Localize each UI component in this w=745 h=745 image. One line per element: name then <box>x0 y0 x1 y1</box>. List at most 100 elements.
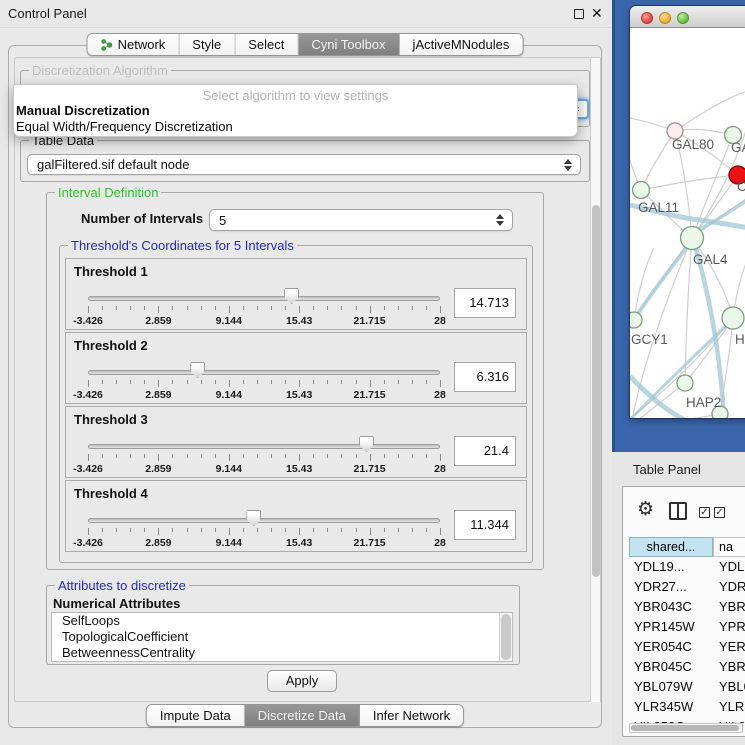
dropdown-option[interactable]: Manual Discretization <box>14 103 577 119</box>
network-edge[interactable] <box>675 90 745 131</box>
slider-thumb-icon[interactable] <box>190 362 205 378</box>
table-row[interactable]: YLR345WYLR3 <box>629 697 745 717</box>
threshold-slider[interactable]: -3.4262.8599.14415.4321.71528 <box>88 333 440 405</box>
table-column-header[interactable]: shared... <box>629 537 713 557</box>
threshold-value-field[interactable]: 21.4 <box>454 436 516 466</box>
attribute-list-item[interactable]: BetweennessCentrality <box>52 645 512 661</box>
window-close-icon[interactable] <box>641 12 653 24</box>
tick-mark <box>187 454 188 458</box>
threshold-slider[interactable]: -3.4262.8599.14415.4321.71528 <box>88 259 440 331</box>
table-horizontal-scrollbar[interactable] <box>629 723 743 733</box>
tab-network[interactable]: Network <box>88 34 180 55</box>
tick-mark <box>313 306 314 310</box>
slider-thumb-icon[interactable] <box>246 510 261 526</box>
apply-button[interactable]: Apply <box>267 670 337 692</box>
num-intervals-combo[interactable]: 5 <box>209 209 513 231</box>
threshold-value-field[interactable]: 14.713 <box>454 288 516 318</box>
table-cell: YLR345W <box>629 697 713 717</box>
tick-label: 2.859 <box>145 537 171 549</box>
network-edge[interactable] <box>634 248 654 320</box>
table-row[interactable]: YDL19...YDL1 <box>629 557 745 577</box>
tick-mark <box>299 454 300 461</box>
attribute-list-item[interactable]: SelfLoops <box>52 613 512 629</box>
tick-label: 15.43 <box>286 463 312 475</box>
network-node[interactable] <box>633 182 650 199</box>
tab-jactivemnodules[interactable]: jActiveMNodules <box>400 34 523 55</box>
tick-label: 21.715 <box>354 463 386 475</box>
table-row[interactable]: YBR045CYBR0 <box>629 657 745 677</box>
control-panel-titlebar: Control Panel ✕ <box>0 0 612 28</box>
network-view-window: GAL80GACGAL11GAL4GCY1HHAP2 <box>630 6 745 418</box>
tick-mark <box>215 528 216 532</box>
attributes-list[interactable]: SelfLoopsTopologicalCoefficientBetweenne… <box>51 612 513 662</box>
checkbox-icon[interactable]: ✓ <box>714 507 725 518</box>
slider-track[interactable] <box>88 296 440 301</box>
network-edge[interactable] <box>641 131 675 190</box>
tick-mark <box>88 528 89 535</box>
window-zoom-icon[interactable] <box>677 12 689 24</box>
network-node-label: C <box>737 179 745 194</box>
window-minimize-icon[interactable] <box>659 12 671 24</box>
network-edge-thick[interactable] <box>630 240 692 326</box>
threshold-slider[interactable]: -3.4262.8599.14415.4321.71528 <box>88 481 440 553</box>
network-node[interactable] <box>722 307 744 329</box>
threshold-slider[interactable]: -3.4262.8599.14415.4321.71528 <box>88 407 440 479</box>
network-node[interactable] <box>677 375 693 391</box>
threshold-value-field[interactable]: 6.316 <box>454 362 516 392</box>
slider-track[interactable] <box>88 370 440 375</box>
tick-mark <box>257 306 258 310</box>
tick-mark <box>440 306 441 313</box>
split-columns-icon[interactable] <box>669 502 687 520</box>
tick-mark <box>130 454 131 458</box>
thresholds-group-label: Threshold's Coordinates for 5 Intervals <box>68 238 297 253</box>
tick-mark <box>201 306 202 310</box>
gear-icon[interactable]: ⚙ <box>637 497 654 521</box>
network-canvas[interactable]: GAL80GACGAL11GAL4GCY1HHAP2 <box>630 28 745 418</box>
slider-thumb-icon[interactable] <box>284 288 299 304</box>
main-scrollbar-thumb[interactable] <box>592 205 600 577</box>
bottom-tab-discretize-data[interactable]: Discretize Data <box>245 705 360 726</box>
table-row[interactable]: YDR27...YDR2 <box>629 577 745 597</box>
tick-mark <box>356 454 357 458</box>
table-row[interactable]: YBR043CYBR0 <box>629 597 745 617</box>
attribute-list-item[interactable]: TopologicalCoefficient <box>52 629 512 645</box>
tab-cyni-toolbox[interactable]: Cyni Toolbox <box>298 34 399 55</box>
float-window-icon[interactable] <box>574 9 584 19</box>
threshold-value-field[interactable]: 11.344 <box>454 510 516 540</box>
tab-select[interactable]: Select <box>235 34 298 55</box>
tick-label: 9.144 <box>216 389 242 401</box>
tick-mark <box>398 454 399 458</box>
table-rows: YDL19...YDL1YDR27...YDR2YBR043CYBR0YPR14… <box>629 557 745 723</box>
table-column-header[interactable]: na <box>713 537 745 557</box>
tick-mark <box>144 528 145 532</box>
table-row[interactable]: YPR145WYPR1 <box>629 617 745 637</box>
tick-mark <box>426 528 427 532</box>
bottom-tab-infer-network[interactable]: Infer Network <box>360 705 463 726</box>
table-row[interactable]: YBL079WYBL0 <box>629 677 745 697</box>
main-scrollbar[interactable] <box>590 58 601 702</box>
attributes-scrollbar-thumb[interactable] <box>501 614 511 660</box>
tick-mark <box>243 306 244 310</box>
dropdown-option[interactable]: Equal Width/Frequency Discretization <box>14 119 577 135</box>
tab-style[interactable]: Style <box>179 34 235 55</box>
close-icon[interactable]: ✕ <box>591 5 603 22</box>
tick-mark <box>412 454 413 458</box>
checkbox-icon[interactable]: ✓ <box>699 507 710 518</box>
table-row[interactable]: YER054CYER0 <box>629 637 745 657</box>
attributes-scrollbar[interactable] <box>499 613 512 661</box>
table-data-combo[interactable]: galFiltered.sif default node <box>27 154 581 175</box>
tick-mark <box>187 306 188 310</box>
tick-mark <box>398 306 399 310</box>
network-node[interactable] <box>681 227 704 250</box>
bottom-tab-impute-data[interactable]: Impute Data <box>147 705 245 726</box>
tick-mark <box>412 528 413 532</box>
slider-thumb-icon[interactable] <box>359 436 374 452</box>
slider-track[interactable] <box>88 518 440 523</box>
network-node[interactable] <box>630 312 642 328</box>
dropdown-options: Manual DiscretizationEqual Width/Frequen… <box>14 103 577 135</box>
table-horizontal-scrollbar-thumb[interactable] <box>631 725 739 731</box>
top-tab-bar: NetworkStyleSelectCyni ToolboxjActiveMNo… <box>87 33 524 56</box>
network-edge[interactable] <box>641 175 738 190</box>
slider-track[interactable] <box>88 444 440 449</box>
table-cell: YDL19... <box>629 557 713 577</box>
